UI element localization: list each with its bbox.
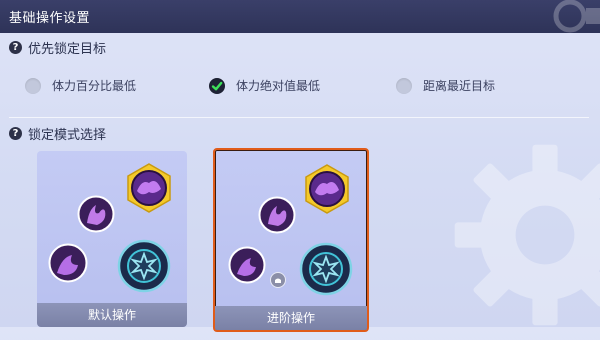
priority-option-lowest-hp-absolute[interactable]: 体力绝对值最低 bbox=[209, 77, 320, 94]
lock-mode-card-label: 默认操作 bbox=[37, 303, 187, 327]
priority-option-label: 距离最近目标 bbox=[423, 79, 496, 93]
section-divider bbox=[9, 117, 589, 118]
ultimate-skill-icon bbox=[305, 164, 349, 214]
priority-option-nearest-target[interactable]: 距离最近目标 bbox=[396, 77, 495, 94]
help-icon[interactable]: ? bbox=[9, 127, 22, 140]
priority-option-label: 体力绝对值最低 bbox=[236, 79, 321, 93]
priority-option-lowest-hp-percent[interactable]: 体力百分比最低 bbox=[25, 77, 136, 94]
background-gear-icon bbox=[454, 144, 600, 326]
skill-two-icon bbox=[228, 246, 266, 284]
basic-attack-icon bbox=[117, 239, 171, 293]
skill-two-icon bbox=[48, 243, 88, 283]
basic-attack-icon bbox=[299, 242, 353, 296]
header-bar: 基础操作设置 bbox=[0, 0, 600, 33]
help-icon[interactable]: ? bbox=[9, 41, 22, 54]
lock-mode-heading-label: 锁定模式选择 bbox=[28, 128, 107, 143]
ultimate-skill-icon bbox=[127, 163, 171, 213]
lock-mode-card-default[interactable]: 默认操作 bbox=[37, 151, 187, 327]
skill-one-icon bbox=[258, 196, 296, 234]
radio-unchecked-icon[interactable] bbox=[396, 77, 412, 94]
lock-mode-heading: ? 锁定模式选择 bbox=[9, 124, 106, 143]
page-title: 基础操作设置 bbox=[9, 11, 91, 26]
lock-mode-card-label: 进阶操作 bbox=[215, 306, 367, 330]
gear-decoration-icon bbox=[553, 0, 600, 33]
lock-mode-card-advanced[interactable]: 进阶操作 bbox=[213, 148, 369, 332]
radio-checked-icon[interactable] bbox=[209, 77, 225, 94]
lock-target-small-icon bbox=[270, 272, 286, 288]
radio-unchecked-icon[interactable] bbox=[25, 77, 41, 94]
priority-target-heading-label: 优先锁定目标 bbox=[28, 42, 107, 57]
skill-one-icon bbox=[77, 195, 115, 233]
priority-option-label: 体力百分比最低 bbox=[52, 79, 137, 93]
priority-target-heading: ? 优先锁定目标 bbox=[9, 38, 106, 57]
